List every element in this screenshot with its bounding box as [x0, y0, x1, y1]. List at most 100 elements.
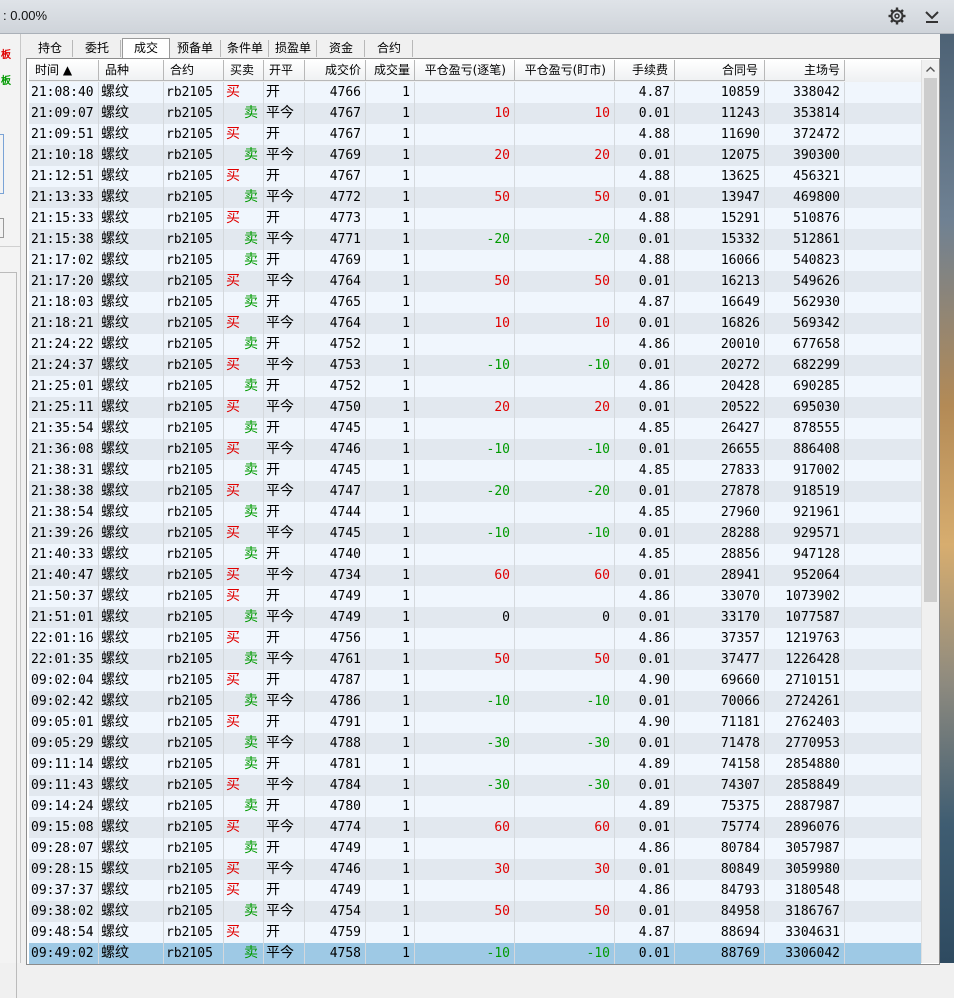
column-header-pnl-trade[interactable]: 平仓盈亏(逐笔)	[415, 60, 515, 81]
column-header-pnl-mtm[interactable]: 平仓盈亏(盯市)	[515, 60, 615, 81]
table-row[interactable]: 21:10:18 螺纹 rb2105 卖平今 4769 1 20 20 0.01 12075 390…	[29, 145, 921, 166]
scroll-up-arrow-icon[interactable]	[925, 64, 936, 75]
table-row[interactable]: 09:02:04 螺纹 rb2105 买开 4787 1 4.90 69660 2710151	[29, 670, 921, 691]
table-row[interactable]: 22:01:35 螺纹 rb2105 卖平今 4761 1 50 50 0.01 37477 122…	[29, 649, 921, 670]
column-header-open-close[interactable]: 开平	[264, 60, 305, 81]
table-row[interactable]: 22:01:16 螺纹 rb2105 买开 4756 1 4.86 37357 1219763	[29, 628, 921, 649]
table-row[interactable]: 21:36:08 螺纹 rb2105 买平今 4746 1 -10 -10 0.01 26655 8…	[29, 439, 921, 460]
cell-volume: 1	[366, 943, 415, 964]
cell-volume: 1	[366, 376, 415, 397]
tab-contracts[interactable]: 合约	[366, 40, 413, 57]
cell-pnl-mtm: -10	[515, 691, 615, 712]
cell-side: 买	[224, 439, 264, 460]
table-row[interactable]: 21:38:38 螺纹 rb2105 买平今 4747 1 -20 -20 0.01 27878 9…	[29, 481, 921, 502]
table-row[interactable]: 21:40:47 螺纹 rb2105 买平今 4734 1 60 60 0.01 28941 952…	[29, 565, 921, 586]
cell-volume: 1	[366, 670, 415, 691]
tab-pending-orders[interactable]: 预备单	[170, 40, 221, 57]
table-row[interactable]: 21:39:26 螺纹 rb2105 买平今 4745 1 -10 -10 0.01 28288 9…	[29, 523, 921, 544]
cell-product: 螺纹	[99, 334, 164, 355]
cell-open-close: 平今	[264, 859, 305, 880]
table-row[interactable]: 21:25:01 螺纹 rb2105 卖开 4752 1 4.86 20428 690285	[29, 376, 921, 397]
table-row[interactable]: 21:38:54 螺纹 rb2105 卖开 4744 1 4.85 27960 921961	[29, 502, 921, 523]
table-row[interactable]: 09:02:42 螺纹 rb2105 卖平今 4786 1 -10 -10 0.01 70066 2…	[29, 691, 921, 712]
table-row[interactable]: 09:49:02 螺纹 rb2105 卖平今 4758 1 -10 -10 0.01 88769 3…	[29, 943, 921, 964]
table-row[interactable]: 21:13:33 螺纹 rb2105 卖平今 4772 1 50 50 0.01 13947 469…	[29, 187, 921, 208]
column-header-contract-no[interactable]: 合同号	[675, 60, 765, 81]
cell-side: 卖	[224, 460, 264, 481]
cell-contract: rb2105	[164, 397, 224, 418]
table-row[interactable]: 21:15:38 螺纹 rb2105 卖平今 4771 1 -20 -20 0.01 15332 5…	[29, 229, 921, 250]
cell-fee: 0.01	[615, 817, 675, 838]
cell-pnl-trade	[415, 922, 515, 943]
tab-trades[interactable]: 成交	[122, 38, 170, 59]
cell-price: 4745	[305, 418, 366, 439]
table-row[interactable]: 21:25:11 螺纹 rb2105 买平今 4750 1 20 20 0.01 20522 695…	[29, 397, 921, 418]
table-row[interactable]: 21:50:37 螺纹 rb2105 买开 4749 1 4.86 33070 1073902	[29, 586, 921, 607]
table-row[interactable]: 21:35:54 螺纹 rb2105 卖开 4745 1 4.85 26427 878555	[29, 418, 921, 439]
cell-open-close: 开	[264, 712, 305, 733]
table-row[interactable]: 21:09:51 螺纹 rb2105 买开 4767 1 4.88 11690 372472	[29, 124, 921, 145]
tab-stop-orders[interactable]: 损盈单	[270, 40, 317, 57]
table-row[interactable]: 21:40:33 螺纹 rb2105 卖开 4740 1 4.85 28856 947128	[29, 544, 921, 565]
tab-funds[interactable]: 资金	[318, 40, 365, 57]
cell-time: 21:38:38	[29, 481, 99, 502]
table-row[interactable]: 09:38:02 螺纹 rb2105 卖平今 4754 1 50 50 0.01 84958 318…	[29, 901, 921, 922]
table-row[interactable]: 21:51:01 螺纹 rb2105 卖平今 4749 1 0 0 0.01 33170 10775…	[29, 607, 921, 628]
table-row[interactable]: 09:37:37 螺纹 rb2105 买开 4749 1 4.86 84793 3180548	[29, 880, 921, 901]
cell-contract: rb2105	[164, 670, 224, 691]
table-row[interactable]: 09:11:43 螺纹 rb2105 买平今 4784 1 -30 -30 0.01 74307 2…	[29, 775, 921, 796]
cell-product: 螺纹	[99, 712, 164, 733]
column-header-price[interactable]: 成交价	[305, 60, 366, 81]
cell-exchange-no: 2858849	[765, 775, 845, 796]
cell-fee: 4.85	[615, 460, 675, 481]
table-row[interactable]: 09:28:15 螺纹 rb2105 买平今 4746 1 30 30 0.01 80849 305…	[29, 859, 921, 880]
left-panel-control[interactable]	[0, 218, 4, 238]
cell-volume: 1	[366, 313, 415, 334]
vertical-scrollbar[interactable]	[921, 60, 939, 963]
table-row[interactable]: 21:09:07 螺纹 rb2105 卖平今 4767 1 10 10 0.01 11243 353…	[29, 103, 921, 124]
cell-contract: rb2105	[164, 229, 224, 250]
table-row[interactable]: 09:15:08 螺纹 rb2105 买平今 4774 1 60 60 0.01 75774 289…	[29, 817, 921, 838]
table-row[interactable]: 09:05:01 螺纹 rb2105 买开 4791 1 4.90 71181 2762403	[29, 712, 921, 733]
cell-fee: 0.01	[615, 397, 675, 418]
gear-icon[interactable]	[888, 7, 906, 25]
tab-positions[interactable]: 持仓	[28, 40, 73, 57]
table-row[interactable]: 21:17:02 螺纹 rb2105 卖开 4769 1 4.88 16066 540823	[29, 250, 921, 271]
table-row[interactable]: 21:17:20 螺纹 rb2105 买平今 4764 1 50 50 0.01 16213 549…	[29, 271, 921, 292]
cell-exchange-no: 2896076	[765, 817, 845, 838]
cell-fee: 0.01	[615, 103, 675, 124]
cell-contract-no: 33070	[675, 586, 765, 607]
cell-price: 4773	[305, 208, 366, 229]
table-row[interactable]: 21:08:40 螺纹 rb2105 买开 4766 1 4.87 10859 338042	[29, 82, 921, 103]
column-header-exchange-no[interactable]: 主场号	[765, 60, 845, 81]
column-header-time[interactable]: 时间 ▲	[29, 60, 99, 81]
table-row[interactable]: 09:05:29 螺纹 rb2105 卖平今 4788 1 -30 -30 0.01 71478 2…	[29, 733, 921, 754]
left-panel-box[interactable]	[0, 134, 4, 194]
scrollbar-thumb[interactable]	[924, 78, 937, 602]
table-row[interactable]: 09:48:54 螺纹 rb2105 买开 4759 1 4.87 88694 3304631	[29, 922, 921, 943]
cell-product: 螺纹	[99, 796, 164, 817]
tab-orders[interactable]: 委托	[74, 40, 121, 57]
chevron-down-icon[interactable]	[923, 8, 941, 26]
column-header-fee[interactable]: 手续费	[615, 60, 675, 81]
table-row[interactable]: 09:28:07 螺纹 rb2105 卖开 4749 1 4.86 80784 3057987	[29, 838, 921, 859]
table-row[interactable]: 09:14:24 螺纹 rb2105 卖开 4780 1 4.89 75375 2887987	[29, 796, 921, 817]
cell-volume: 1	[366, 271, 415, 292]
table-row[interactable]: 09:11:14 螺纹 rb2105 卖开 4781 1 4.89 74158 2854880	[29, 754, 921, 775]
table-row[interactable]: 21:24:37 螺纹 rb2105 买平今 4753 1 -10 -10 0.01 20272 6…	[29, 355, 921, 376]
tab-conditional-orders[interactable]: 条件单	[222, 40, 269, 57]
cell-product: 螺纹	[99, 754, 164, 775]
table-row[interactable]: 21:18:21 螺纹 rb2105 买平今 4764 1 10 10 0.01 16826 569…	[29, 313, 921, 334]
table-row[interactable]: 21:24:22 螺纹 rb2105 卖开 4752 1 4.86 20010 677658	[29, 334, 921, 355]
cell-open-close: 平今	[264, 481, 305, 502]
column-header-contract[interactable]: 合约	[164, 60, 224, 81]
table-row[interactable]: 21:15:33 螺纹 rb2105 买开 4773 1 4.88 15291 510876	[29, 208, 921, 229]
table-row[interactable]: 21:12:51 螺纹 rb2105 买开 4767 1 4.88 13625 456321	[29, 166, 921, 187]
column-header-product[interactable]: 品种	[99, 60, 164, 81]
cell-fee: 4.90	[615, 712, 675, 733]
cell-fee: 4.89	[615, 754, 675, 775]
table-row[interactable]: 21:18:03 螺纹 rb2105 卖开 4765 1 4.87 16649 562930	[29, 292, 921, 313]
column-header-side[interactable]: 买卖	[224, 60, 264, 81]
table-row[interactable]: 21:38:31 螺纹 rb2105 卖开 4745 1 4.85 27833 917002	[29, 460, 921, 481]
column-header-volume[interactable]: 成交量	[366, 60, 415, 81]
